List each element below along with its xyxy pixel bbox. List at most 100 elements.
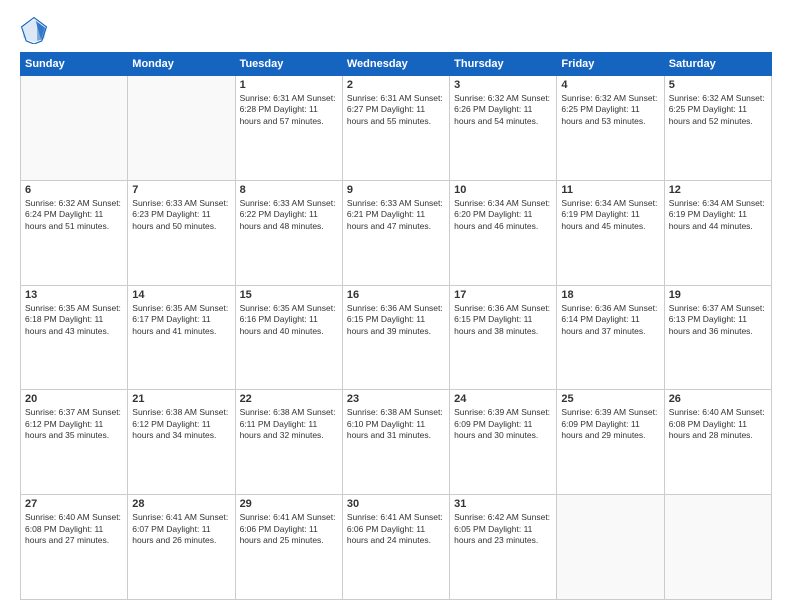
day-info: Sunrise: 6:36 AM Sunset: 6:15 PM Dayligh…: [454, 303, 552, 337]
week-row-1: 1 Sunrise: 6:31 AM Sunset: 6:28 PM Daylig…: [21, 76, 772, 181]
day-number: 30: [347, 498, 445, 510]
day-number: 26: [669, 393, 767, 405]
day-info: Sunrise: 6:31 AM Sunset: 6:28 PM Dayligh…: [240, 93, 338, 127]
day-number: 8: [240, 184, 338, 196]
day-info: Sunrise: 6:34 AM Sunset: 6:19 PM Dayligh…: [561, 198, 659, 232]
calendar-header-row: SundayMondayTuesdayWednesdayThursdayFrid…: [21, 53, 772, 76]
day-number: 17: [454, 289, 552, 301]
day-cell: 24 Sunrise: 6:39 AM Sunset: 6:09 PM Dayli…: [450, 390, 557, 495]
header: [20, 16, 772, 44]
day-cell: 12 Sunrise: 6:34 AM Sunset: 6:19 PM Dayli…: [664, 180, 771, 285]
day-number: 4: [561, 79, 659, 91]
day-number: 5: [669, 79, 767, 91]
day-cell: 13 Sunrise: 6:35 AM Sunset: 6:18 PM Dayli…: [21, 285, 128, 390]
day-number: 31: [454, 498, 552, 510]
day-cell: 5 Sunrise: 6:32 AM Sunset: 6:25 PM Daylig…: [664, 76, 771, 181]
day-cell: 10 Sunrise: 6:34 AM Sunset: 6:20 PM Dayli…: [450, 180, 557, 285]
day-cell: 17 Sunrise: 6:36 AM Sunset: 6:15 PM Dayli…: [450, 285, 557, 390]
day-cell: [21, 76, 128, 181]
day-cell: 31 Sunrise: 6:42 AM Sunset: 6:05 PM Dayli…: [450, 495, 557, 600]
day-number: 19: [669, 289, 767, 301]
day-cell: 7 Sunrise: 6:33 AM Sunset: 6:23 PM Daylig…: [128, 180, 235, 285]
day-number: 1: [240, 79, 338, 91]
day-cell: 3 Sunrise: 6:32 AM Sunset: 6:26 PM Daylig…: [450, 76, 557, 181]
day-number: 2: [347, 79, 445, 91]
day-cell: 19Sunrise: 6:37 AM Sunset: 6:13 PM Dayli…: [664, 285, 771, 390]
day-number: 11: [561, 184, 659, 196]
day-info: Sunrise: 6:33 AM Sunset: 6:22 PM Dayligh…: [240, 198, 338, 232]
header-wednesday: Wednesday: [342, 53, 449, 76]
day-cell: 2 Sunrise: 6:31 AM Sunset: 6:27 PM Daylig…: [342, 76, 449, 181]
day-number: 24: [454, 393, 552, 405]
day-number: 21: [132, 393, 230, 405]
day-info: Sunrise: 6:40 AM Sunset: 6:08 PM Dayligh…: [669, 407, 767, 441]
day-info: Sunrise: 6:39 AM Sunset: 6:09 PM Dayligh…: [454, 407, 552, 441]
day-number: 7: [132, 184, 230, 196]
day-info: Sunrise: 6:38 AM Sunset: 6:11 PM Dayligh…: [240, 407, 338, 441]
day-cell: 28 Sunrise: 6:41 AM Sunset: 6:07 PM Dayli…: [128, 495, 235, 600]
day-number: 9: [347, 184, 445, 196]
day-info: Sunrise: 6:40 AM Sunset: 6:08 PM Dayligh…: [25, 512, 123, 546]
day-cell: 11 Sunrise: 6:34 AM Sunset: 6:19 PM Dayli…: [557, 180, 664, 285]
day-info: Sunrise: 6:35 AM Sunset: 6:18 PM Dayligh…: [25, 303, 123, 337]
week-row-5: 27 Sunrise: 6:40 AM Sunset: 6:08 PM Dayli…: [21, 495, 772, 600]
page: SundayMondayTuesdayWednesdayThursdayFrid…: [0, 0, 792, 612]
day-cell: 18Sunrise: 6:36 AM Sunset: 6:14 PM Dayli…: [557, 285, 664, 390]
day-cell: [128, 76, 235, 181]
day-info: Sunrise: 6:34 AM Sunset: 6:19 PM Dayligh…: [669, 198, 767, 232]
day-number: 23: [347, 393, 445, 405]
day-cell: 29 Sunrise: 6:41 AM Sunset: 6:06 PM Dayli…: [235, 495, 342, 600]
day-cell: [557, 495, 664, 600]
header-thursday: Thursday: [450, 53, 557, 76]
day-cell: 15 Sunrise: 6:35 AM Sunset: 6:16 PM Dayli…: [235, 285, 342, 390]
day-cell: 1 Sunrise: 6:31 AM Sunset: 6:28 PM Daylig…: [235, 76, 342, 181]
day-info: Sunrise: 6:38 AM Sunset: 6:12 PM Dayligh…: [132, 407, 230, 441]
day-number: 6: [25, 184, 123, 196]
day-number: 28: [132, 498, 230, 510]
day-number: 10: [454, 184, 552, 196]
day-number: 25: [561, 393, 659, 405]
day-cell: 21 Sunrise: 6:38 AM Sunset: 6:12 PM Dayli…: [128, 390, 235, 495]
day-number: 14: [132, 289, 230, 301]
header-sunday: Sunday: [21, 53, 128, 76]
day-cell: 20Sunrise: 6:37 AM Sunset: 6:12 PM Dayli…: [21, 390, 128, 495]
day-cell: 25Sunrise: 6:39 AM Sunset: 6:09 PM Dayli…: [557, 390, 664, 495]
day-info: Sunrise: 6:41 AM Sunset: 6:06 PM Dayligh…: [240, 512, 338, 546]
calendar-table: SundayMondayTuesdayWednesdayThursdayFrid…: [20, 52, 772, 600]
day-info: Sunrise: 6:36 AM Sunset: 6:14 PM Dayligh…: [561, 303, 659, 337]
header-saturday: Saturday: [664, 53, 771, 76]
day-info: Sunrise: 6:33 AM Sunset: 6:23 PM Dayligh…: [132, 198, 230, 232]
day-info: Sunrise: 6:41 AM Sunset: 6:06 PM Dayligh…: [347, 512, 445, 546]
day-info: Sunrise: 6:38 AM Sunset: 6:10 PM Dayligh…: [347, 407, 445, 441]
day-number: 29: [240, 498, 338, 510]
header-friday: Friday: [557, 53, 664, 76]
day-cell: 8 Sunrise: 6:33 AM Sunset: 6:22 PM Daylig…: [235, 180, 342, 285]
day-cell: 14 Sunrise: 6:35 AM Sunset: 6:17 PM Dayli…: [128, 285, 235, 390]
logo: [20, 16, 52, 44]
day-number: 16: [347, 289, 445, 301]
day-info: Sunrise: 6:35 AM Sunset: 6:17 PM Dayligh…: [132, 303, 230, 337]
day-number: 27: [25, 498, 123, 510]
week-row-3: 13 Sunrise: 6:35 AM Sunset: 6:18 PM Dayli…: [21, 285, 772, 390]
day-info: Sunrise: 6:41 AM Sunset: 6:07 PM Dayligh…: [132, 512, 230, 546]
day-number: 13: [25, 289, 123, 301]
day-info: Sunrise: 6:35 AM Sunset: 6:16 PM Dayligh…: [240, 303, 338, 337]
day-info: Sunrise: 6:31 AM Sunset: 6:27 PM Dayligh…: [347, 93, 445, 127]
day-info: Sunrise: 6:32 AM Sunset: 6:26 PM Dayligh…: [454, 93, 552, 127]
day-cell: 9Sunrise: 6:33 AM Sunset: 6:21 PM Daylig…: [342, 180, 449, 285]
day-cell: 26 Sunrise: 6:40 AM Sunset: 6:08 PM Dayli…: [664, 390, 771, 495]
day-info: Sunrise: 6:32 AM Sunset: 6:24 PM Dayligh…: [25, 198, 123, 232]
day-info: Sunrise: 6:32 AM Sunset: 6:25 PM Dayligh…: [669, 93, 767, 127]
logo-icon: [20, 16, 48, 44]
day-cell: [664, 495, 771, 600]
day-number: 22: [240, 393, 338, 405]
day-info: Sunrise: 6:34 AM Sunset: 6:20 PM Dayligh…: [454, 198, 552, 232]
day-info: Sunrise: 6:36 AM Sunset: 6:15 PM Dayligh…: [347, 303, 445, 337]
day-number: 12: [669, 184, 767, 196]
day-cell: 16 Sunrise: 6:36 AM Sunset: 6:15 PM Dayli…: [342, 285, 449, 390]
day-cell: 23 Sunrise: 6:38 AM Sunset: 6:10 PM Dayli…: [342, 390, 449, 495]
day-number: 15: [240, 289, 338, 301]
header-monday: Monday: [128, 53, 235, 76]
day-number: 3: [454, 79, 552, 91]
day-info: Sunrise: 6:42 AM Sunset: 6:05 PM Dayligh…: [454, 512, 552, 546]
